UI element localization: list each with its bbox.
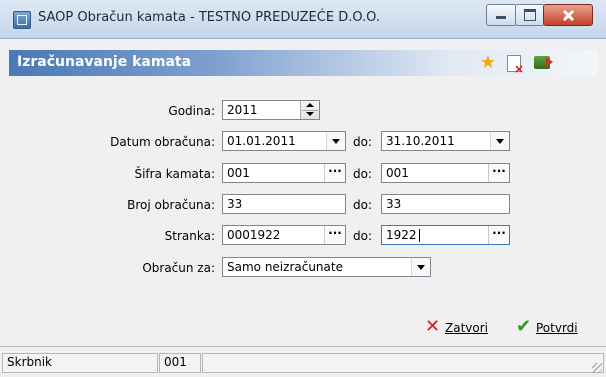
sifra-do-value: 001 [386,166,409,180]
close-icon: ✕ [425,316,441,337]
status-empty-cell [202,353,604,373]
chevron-down-icon[interactable] [490,132,509,150]
broj-obracuna-label: Broj obračuna: [127,198,215,212]
chevron-down-icon[interactable] [411,258,430,276]
zatvori-button[interactable]: ✕ Zatvori [425,318,497,338]
stranka-label: Stranka: [164,229,215,243]
broj-do-field[interactable]: 33 [381,194,510,214]
godina-spin-buttons[interactable] [300,101,319,119]
sifra-kamata-label: Šifra kamata: [134,167,215,181]
lookup-button[interactable]: ··· [324,226,345,244]
star-icon[interactable]: ★ [479,54,497,72]
spin-down-icon[interactable] [306,112,314,116]
obracun-za-label: Obračun za: [142,261,215,275]
sifra-od-field[interactable]: 001 ··· [222,163,346,183]
sifra-od-value: 001 [227,166,250,180]
status-code: 001 [159,353,201,373]
window-titlebar[interactable]: SAOP Obračun kamata - TESTNO PREDUZEĆE D… [0,0,606,39]
chevron-down-icon[interactable] [326,132,345,150]
resize-grip-icon[interactable] [592,363,602,373]
stranka-od-field[interactable]: 0001922 ··· [222,225,346,245]
status-bar: Skrbnik 001 [0,346,606,377]
zatvori-label: Zatvori [445,321,488,335]
obracun-za-value: Samo neizračunate [227,260,343,274]
potvrdi-label: Potvrdi [536,321,578,335]
checkmark-icon: ✔ [516,316,532,337]
datum-do-value: 31.10.2011 [386,134,455,148]
broj-do-value: 33 [386,197,402,211]
potvrdi-button[interactable]: ✔ Potvrdi [516,318,596,338]
export-icon[interactable] [534,56,553,69]
stranka-do-field[interactable]: 1922 ··· [381,225,510,245]
status-user-text: Skrbnik [7,355,53,369]
do-label: do: [353,135,373,149]
document-delete-icon[interactable] [507,55,524,76]
datum-obracuna-label: Datum obračuna: [110,135,215,149]
panel-title: Izračunavanje kamata [17,54,192,70]
window-close-button[interactable] [543,4,593,26]
broj-od-value: 33 [227,197,243,211]
minimize-button[interactable] [486,4,517,26]
broj-od-field[interactable]: 33 [222,194,346,214]
window-title: SAOP Obračun kamata - TESTNO PREDUZEĆE D… [38,10,381,25]
obracun-za-select[interactable]: Samo neizračunate [222,257,431,277]
stranka-do-value: 1922 [386,228,417,242]
spin-up-icon[interactable] [306,103,314,107]
godina-label: Godina: [168,104,215,118]
text-caret [419,229,420,242]
lookup-button[interactable]: ··· [488,164,509,182]
godina-value: 2011 [227,103,258,117]
status-code-text: 001 [164,355,187,369]
do-label: do: [353,198,373,212]
do-label: do: [353,167,373,181]
status-user: Skrbnik [2,353,158,373]
datum-do-field[interactable]: 31.10.2011 [381,131,510,151]
sifra-do-field[interactable]: 001 ··· [381,163,510,183]
do-label: do: [353,229,373,243]
panel-header: Izračunavanje kamata ★ [9,50,597,76]
lookup-button[interactable]: ··· [324,164,345,182]
datum-od-value: 01.01.2011 [227,134,296,148]
datum-od-field[interactable]: 01.01.2011 [222,131,346,151]
saop-app-icon [13,11,31,29]
maximize-button[interactable] [515,4,545,26]
godina-stepper[interactable]: 2011 [222,100,320,120]
lookup-button[interactable]: ··· [488,226,509,244]
stranka-od-value: 0001922 [227,228,281,242]
